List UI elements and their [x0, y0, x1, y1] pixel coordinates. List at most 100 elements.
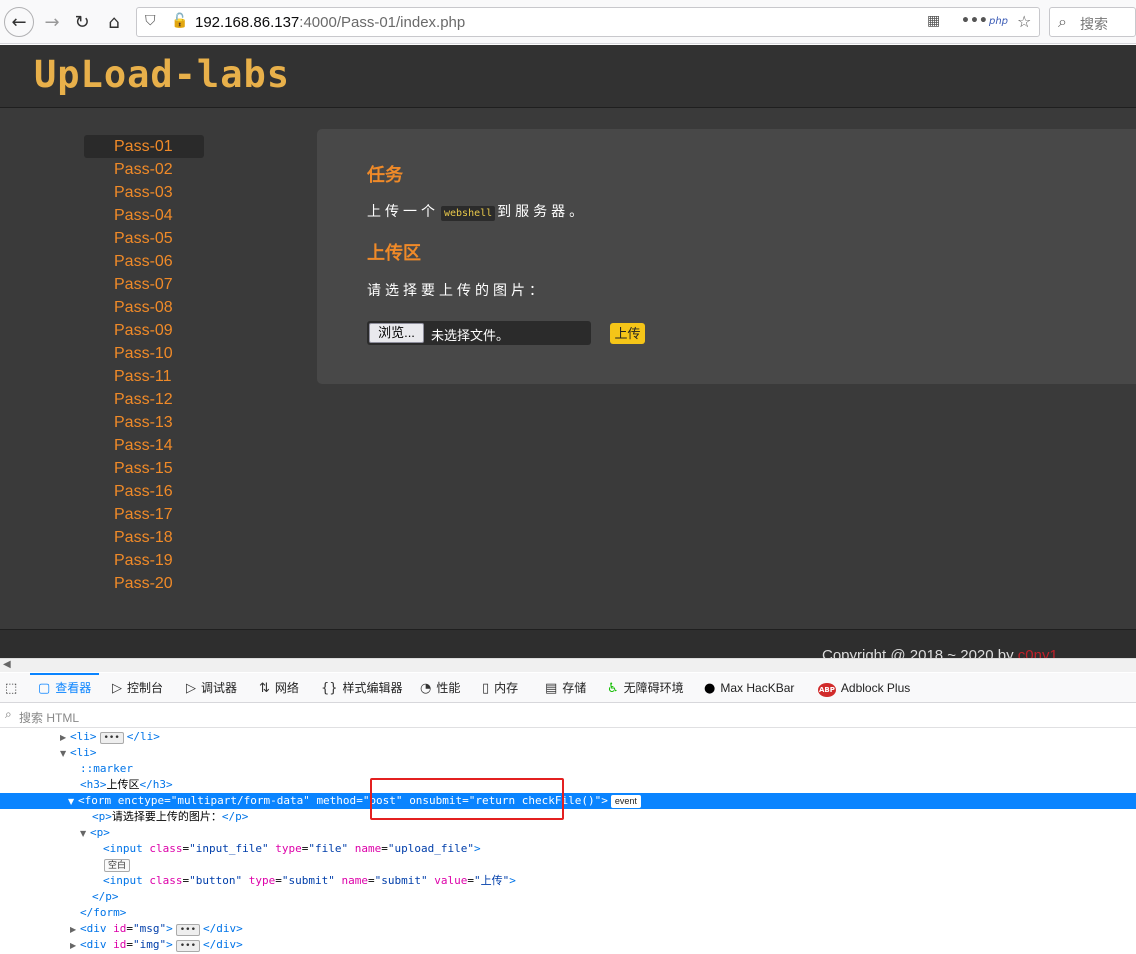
tab-console[interactable]: ▷ 控制台: [112, 673, 163, 703]
sidebar-item-pass-07[interactable]: Pass-07: [84, 273, 204, 296]
collapse-arrow-icon[interactable]: ▼: [68, 794, 78, 810]
php-extension-icon[interactable]: php: [989, 16, 1008, 27]
tab-label: 控制台: [127, 681, 164, 695]
whitespace-badge[interactable]: 空白: [104, 859, 131, 872]
search-icon: ⌕: [1058, 12, 1067, 31]
dom-node[interactable]: </p>: [0, 889, 1136, 905]
collapse-arrow-icon[interactable]: ▼: [60, 746, 70, 762]
sidebar-item-pass-09[interactable]: Pass-09: [84, 319, 204, 342]
collapse-arrow-icon[interactable]: ▼: [80, 826, 90, 842]
scroll-left-icon[interactable]: ◀: [3, 659, 11, 670]
storage-icon: ▤: [545, 681, 558, 696]
forward-arrow-icon: →: [44, 11, 60, 33]
tab-adblock-plus[interactable]: ABP Adblock Plus: [818, 673, 910, 703]
copyright-text: Copyright @ 2018 ~ 2020 by c0ny1: [822, 647, 1058, 658]
sidebar-item-pass-06[interactable]: Pass-06: [84, 250, 204, 273]
tab-max-hackbar[interactable]: ● Max HacKBar: [704, 673, 794, 703]
tab-label: 性能: [436, 681, 461, 695]
reload-button[interactable]: ↻: [68, 8, 96, 36]
expand-arrow-icon[interactable]: ▶: [70, 922, 80, 938]
tab-inspector[interactable]: ▢ 查看器: [30, 673, 100, 703]
url-host: 192.168.86.137: [195, 14, 300, 31]
sidebar-item-pass-14[interactable]: Pass-14: [84, 434, 204, 457]
hackbar-icon: ●: [704, 681, 716, 696]
dom-node[interactable]: </form>: [0, 905, 1136, 921]
event-badge[interactable]: event: [610, 795, 641, 808]
dom-node[interactable]: <p>请选择要上传的图片：</p>: [0, 809, 1136, 825]
sidebar-item-pass-10[interactable]: Pass-10: [84, 342, 204, 365]
tab-accessibility[interactable]: ♿ 无障碍环境: [607, 673, 684, 703]
debugger-icon: ▷: [186, 681, 196, 696]
sidebar-item-pass-17[interactable]: Pass-17: [84, 503, 204, 526]
tab-style-editor[interactable]: {} 样式编辑器: [321, 673, 403, 703]
dom-node[interactable]: ▼ <li>: [0, 745, 1136, 761]
dom-node[interactable]: ::marker: [0, 761, 1136, 777]
url-text: 192.168.86.137:4000/Pass-01/index.php: [195, 14, 465, 31]
tab-label: 无障碍环境: [623, 681, 684, 695]
sidebar-item-pass-03[interactable]: Pass-03: [84, 181, 204, 204]
back-button[interactable]: ←: [4, 7, 34, 37]
dom-node-selected-form[interactable]: ▼ <form enctype="multipart/form-data" met…: [0, 793, 1136, 809]
dom-node[interactable]: ▶ <div id="msg"> ••• </div>: [0, 921, 1136, 937]
element-picker-icon: ⬚: [5, 681, 18, 696]
sidebar-item-pass-15[interactable]: Pass-15: [84, 457, 204, 480]
web-page: UpLoad-labs Pass-01 Pass-02 Pass-03 Pass…: [0, 45, 1136, 658]
browser-toolbar: ← → ↻ ⌂ ⛉ 🔓 192.168.86.137:4000/Pass-01/…: [0, 0, 1136, 44]
sidebar-item-pass-18[interactable]: Pass-18: [84, 526, 204, 549]
upload-submit-button[interactable]: 上传: [610, 323, 645, 344]
horizontal-scrollbar[interactable]: ◀: [0, 658, 1136, 672]
sidebar-item-pass-20[interactable]: Pass-20: [84, 572, 204, 595]
author-link[interactable]: c0ny1: [1018, 647, 1058, 658]
network-icon: ⇅: [259, 681, 270, 696]
sidebar-item-pass-19[interactable]: Pass-19: [84, 549, 204, 572]
html-search[interactable]: ⌕ 搜索 HTML: [0, 704, 1136, 728]
expand-arrow-icon[interactable]: ▶: [60, 730, 70, 746]
more-actions-icon[interactable]: •••: [961, 13, 988, 29]
home-button[interactable]: ⌂: [100, 8, 128, 36]
site-logo[interactable]: UpLoad-labs: [34, 53, 290, 96]
expand-arrow-icon[interactable]: ▶: [70, 938, 80, 954]
reload-icon: ↻: [74, 11, 90, 33]
tab-storage[interactable]: ▤ 存储: [545, 673, 586, 703]
tab-memory[interactable]: ▯ 内存: [482, 673, 518, 703]
tab-debugger[interactable]: ▷ 调试器: [186, 673, 237, 703]
url-bar[interactable]: ⛉ 🔓 192.168.86.137:4000/Pass-01/index.ph…: [136, 7, 1040, 37]
browse-button[interactable]: 浏览...: [369, 323, 424, 343]
copyright-prefix: Copyright @ 2018 ~ 2020 by: [822, 647, 1018, 658]
collapsed-ellipsis[interactable]: •••: [99, 732, 124, 744]
sidebar-item-pass-12[interactable]: Pass-12: [84, 388, 204, 411]
dom-node[interactable]: <h3>上传区</h3>: [0, 777, 1136, 793]
inspector-icon: ▢: [38, 681, 51, 696]
file-input[interactable]: 浏览... 未选择文件。: [367, 321, 591, 345]
collapsed-ellipsis[interactable]: •••: [175, 924, 201, 936]
qr-code-icon[interactable]: ▦: [927, 13, 940, 29]
sidebar-item-pass-16[interactable]: Pass-16: [84, 480, 204, 503]
dom-node[interactable]: ▼ <p>: [0, 825, 1136, 841]
task-heading: 任务: [367, 165, 403, 185]
sidebar-item-pass-05[interactable]: Pass-05: [84, 227, 204, 250]
dom-node[interactable]: <input class="button" type="submit" name…: [0, 873, 1136, 889]
sidebar-item-pass-08[interactable]: Pass-08: [84, 296, 204, 319]
collapsed-ellipsis[interactable]: •••: [175, 940, 201, 952]
dom-tree: ▶ <li> ••• </li> ▼ <li> ::marker <h3>上传区</h3…: [0, 729, 1136, 952]
sidebar-item-pass-01[interactable]: Pass-01: [84, 135, 204, 158]
tab-label: Adblock Plus: [840, 681, 911, 695]
dom-node[interactable]: 空白: [0, 857, 1136, 873]
site-header: UpLoad-labs: [0, 45, 1136, 108]
insecure-lock-icon: 🔓: [171, 13, 189, 29]
dom-node[interactable]: ▶ <li> ••• </li>: [0, 729, 1136, 745]
element-picker-button[interactable]: ⬚: [5, 673, 22, 703]
sidebar-item-pass-02[interactable]: Pass-02: [84, 158, 204, 181]
shield-icon: ⛉: [145, 13, 156, 29]
tab-performance[interactable]: ◔ 性能: [420, 673, 460, 703]
dom-node[interactable]: <input class="input_file" type="file" na…: [0, 841, 1136, 857]
sidebar-item-pass-13[interactable]: Pass-13: [84, 411, 204, 434]
search-bar[interactable]: ⌕ 搜索: [1049, 7, 1136, 37]
forward-button[interactable]: →: [38, 8, 66, 36]
sidebar-item-pass-11[interactable]: Pass-11: [84, 365, 204, 388]
bookmark-star-icon[interactable]: ☆: [1017, 12, 1031, 31]
dom-node[interactable]: ▶ <div id="img"> ••• </div>: [0, 937, 1136, 953]
tab-network[interactable]: ⇅ 网络: [259, 673, 299, 703]
upload-heading: 上传区: [367, 243, 421, 263]
sidebar-item-pass-04[interactable]: Pass-04: [84, 204, 204, 227]
